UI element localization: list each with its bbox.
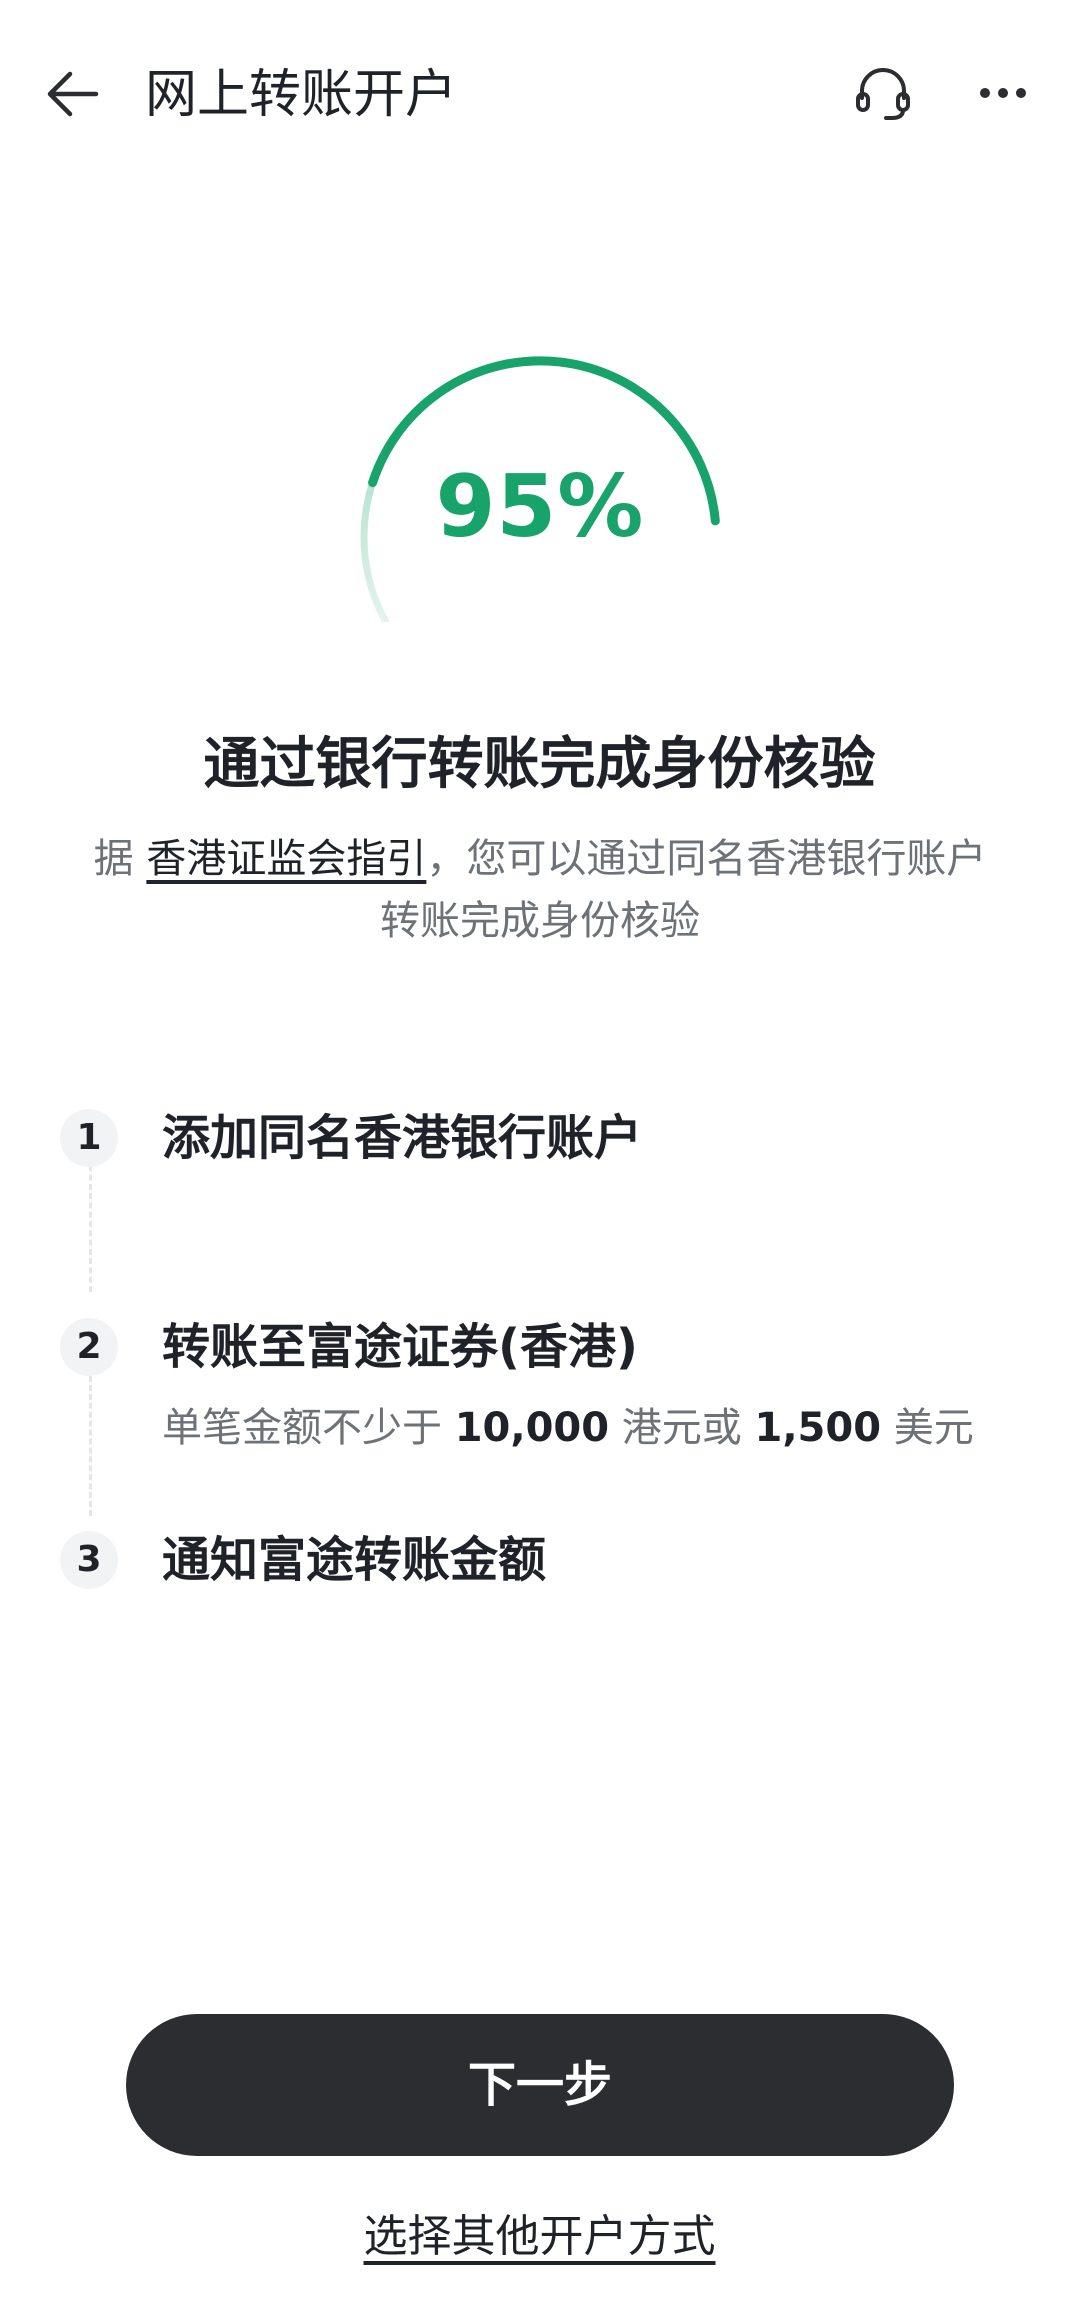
- more-button[interactable]: [968, 58, 1038, 128]
- step-title: 通知富途转账金额: [162, 1532, 547, 1588]
- description-suffix: ，您可以通过同名香港银行账户转账完成身份核验: [380, 836, 987, 944]
- step-number: 3: [60, 1531, 118, 1589]
- step-title: 转账至富途证券(香港): [162, 1319, 638, 1375]
- top-app-bar: 网上转账开户: [0, 0, 1079, 190]
- verification-headline: 通过银行转账完成身份核验: [203, 732, 876, 797]
- progress-percent: 95%: [435, 457, 645, 557]
- hkd-amount: 10,000: [454, 1405, 610, 1451]
- step-connector: [89, 1156, 92, 1292]
- headset-icon: [856, 68, 910, 120]
- step-title: 添加同名香港银行账户: [162, 1110, 643, 1166]
- usd-amount: 1,500: [754, 1405, 882, 1451]
- arrow-left-icon: [47, 71, 99, 117]
- back-button[interactable]: [40, 58, 112, 130]
- other-account-methods-link[interactable]: 选择其他开户方式: [0, 2205, 1079, 2269]
- sfc-guideline-link[interactable]: 香港证监会指引: [146, 836, 426, 882]
- progress-gauge: 95%: [355, 352, 725, 622]
- step-number: 1: [60, 1109, 118, 1167]
- steps-list: 1 添加同名香港银行账户 2 转账至富途证券(香港) 单笔金额不少于 10,00…: [0, 1080, 1079, 1600]
- step-number: 2: [60, 1318, 118, 1376]
- description-prefix: 据: [93, 836, 147, 882]
- page-title: 网上转账开户: [145, 65, 458, 125]
- desc-text: 美元: [881, 1405, 974, 1451]
- desc-text: 港元或: [609, 1405, 755, 1451]
- verification-description: 据 香港证监会指引，您可以通过同名香港银行账户转账完成身份核验: [80, 828, 1000, 952]
- step-connector: [89, 1376, 92, 1516]
- customer-service-button[interactable]: [848, 58, 918, 128]
- more-horizontal-icon: [980, 88, 1026, 98]
- next-step-button[interactable]: 下一步: [126, 2014, 954, 2156]
- step-description: 单笔金额不少于 10,000 港元或 1,500 美元: [162, 1398, 974, 1458]
- desc-text: 单笔金额不少于: [162, 1405, 455, 1451]
